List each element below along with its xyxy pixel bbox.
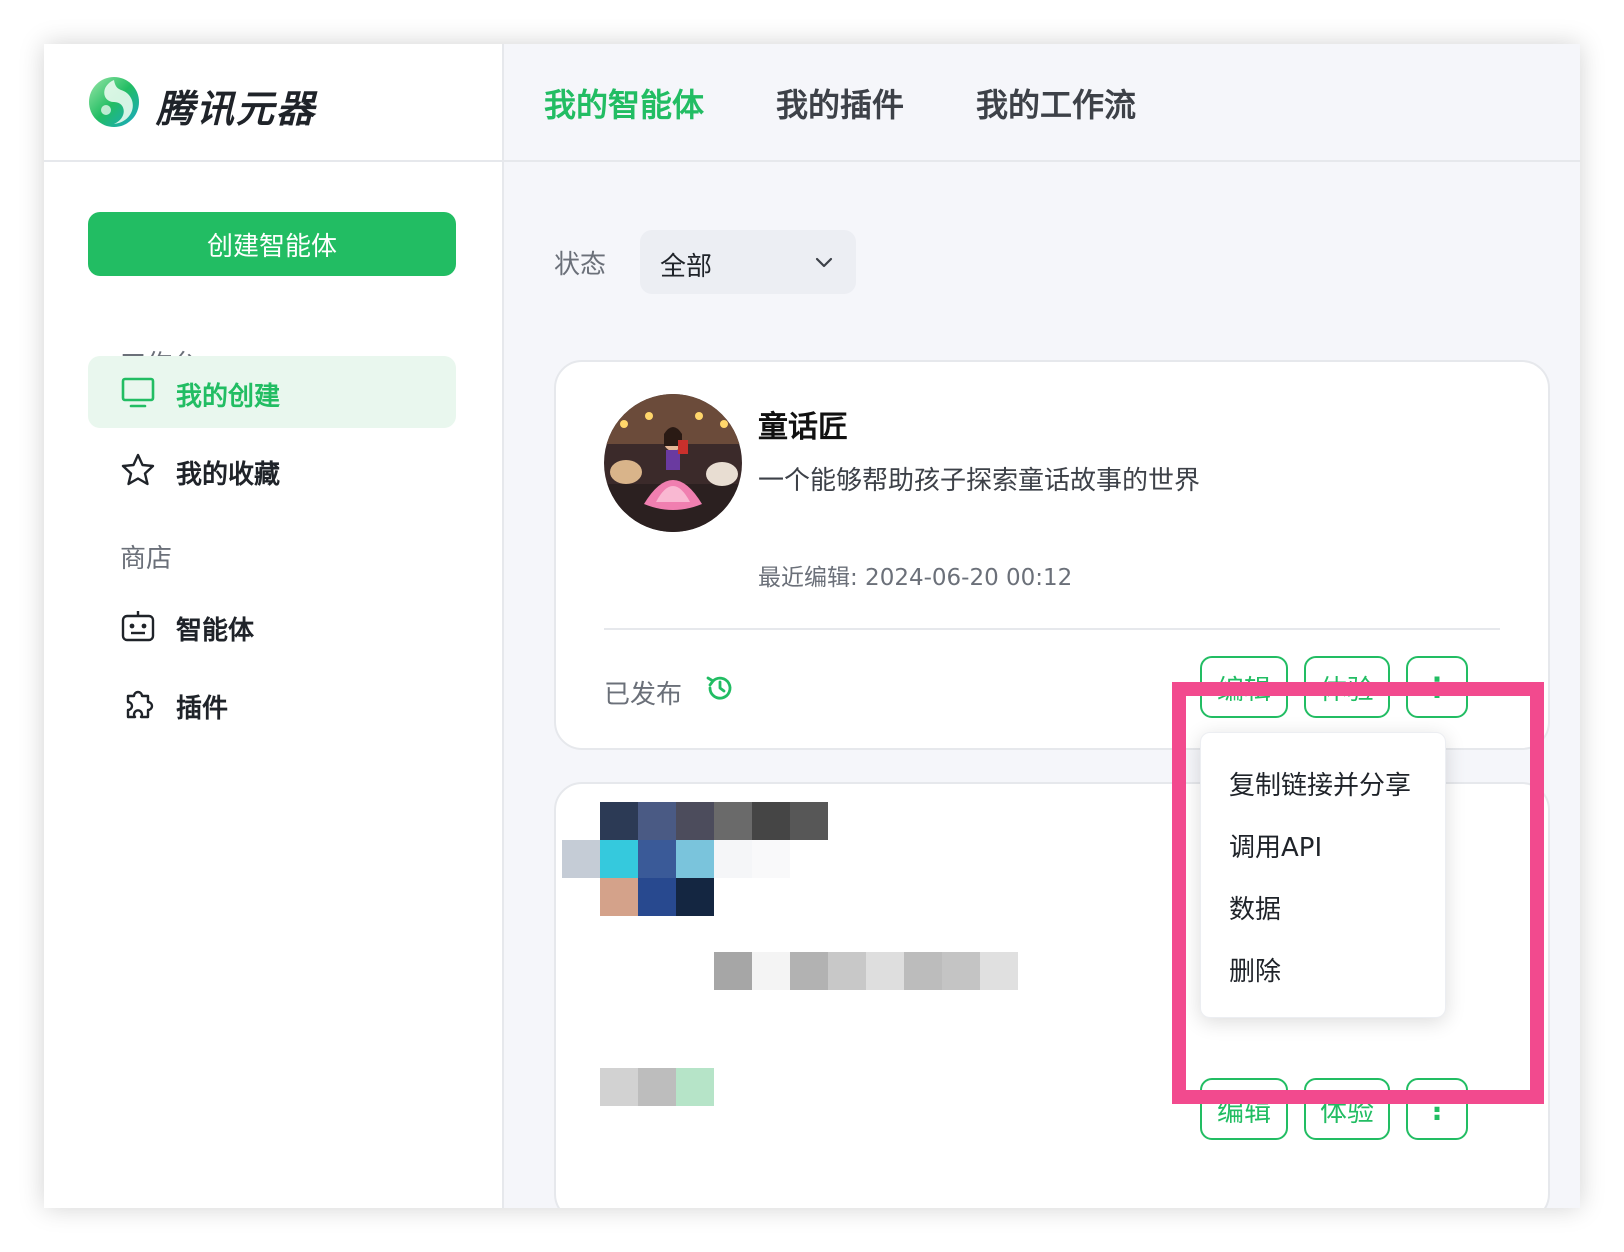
menu-item-delete[interactable]: 删除 (1229, 951, 1281, 988)
star-icon (121, 453, 155, 486)
app-name: 腾讯元器 (156, 87, 317, 131)
edit-button[interactable]: 编辑 (1200, 656, 1288, 718)
tab-my-agents[interactable]: 我的智能体 (544, 80, 704, 126)
status-filter-label: 状态 (554, 250, 607, 280)
try-button[interactable]: 体验 (1304, 1078, 1390, 1140)
sidebar-item-label: 我的创建 (176, 382, 281, 412)
sidebar-item-label: 我的收藏 (176, 460, 281, 490)
logo-icon (89, 77, 139, 127)
status-badge: 已发布 (604, 680, 683, 710)
sidebar-item-plugins[interactable]: 插件 (88, 668, 456, 740)
robot-icon (121, 611, 155, 642)
status-filter-value: 全部 (660, 252, 713, 282)
sidebar-item-label: 智能体 (176, 616, 255, 646)
store-section-title: 商店 (120, 544, 173, 574)
menu-item-call-api[interactable]: 调用API (1229, 827, 1322, 864)
top-tab-bar: 我的智能体 我的插件 我的工作流 (504, 44, 1580, 162)
more-button[interactable]: ⋮ (1406, 656, 1468, 718)
sidebar-item-my-creations[interactable]: 我的创建 (88, 356, 456, 428)
agent-last-edited: 最近编辑: 2024-06-20 00:12 (758, 565, 1073, 591)
agent-card[interactable]: 童话匠 一个能够帮助孩子探索童话故事的世界 最近编辑: 2024-06-20 0… (554, 360, 1550, 750)
sidebar-item-my-favorites[interactable]: 我的收藏 (88, 434, 456, 506)
more-actions-menu: 复制链接并分享 调用API 数据 删除 (1200, 732, 1446, 1018)
agent-title: 童话匠 (758, 410, 848, 445)
agent-description: 一个能够帮助孩子探索童话故事的世界 (758, 466, 1201, 496)
puzzle-icon (126, 690, 154, 719)
agent-avatar-image (604, 394, 742, 532)
try-button[interactable]: 体验 (1304, 656, 1390, 718)
history-icon[interactable] (704, 672, 736, 704)
create-agent-button[interactable]: 创建智能体 (88, 212, 456, 276)
monitor-icon (121, 377, 155, 408)
edit-button[interactable]: 编辑 (1200, 1078, 1288, 1140)
status-filter-select[interactable]: 全部 (640, 230, 856, 294)
more-button[interactable]: ⋮ (1406, 1078, 1468, 1140)
menu-item-copy-link-share[interactable]: 复制链接并分享 (1229, 765, 1411, 802)
logo-row: 腾讯元器 (44, 44, 504, 162)
menu-item-data[interactable]: 数据 (1229, 889, 1281, 926)
card-divider (604, 628, 1500, 630)
sidebar-item-label: 插件 (176, 694, 229, 724)
app-window: 腾讯元器 创建智能体 工作台 我的创建 我的收藏 商店 (44, 44, 1580, 1208)
sidebar-item-agents[interactable]: 智能体 (88, 590, 456, 662)
sidebar: 腾讯元器 创建智能体 工作台 我的创建 我的收藏 商店 (44, 44, 504, 1208)
chevron-down-icon (815, 257, 833, 268)
tab-my-plugins[interactable]: 我的插件 (776, 80, 904, 126)
tab-my-workflows[interactable]: 我的工作流 (976, 80, 1136, 126)
agent-avatar (604, 394, 742, 532)
